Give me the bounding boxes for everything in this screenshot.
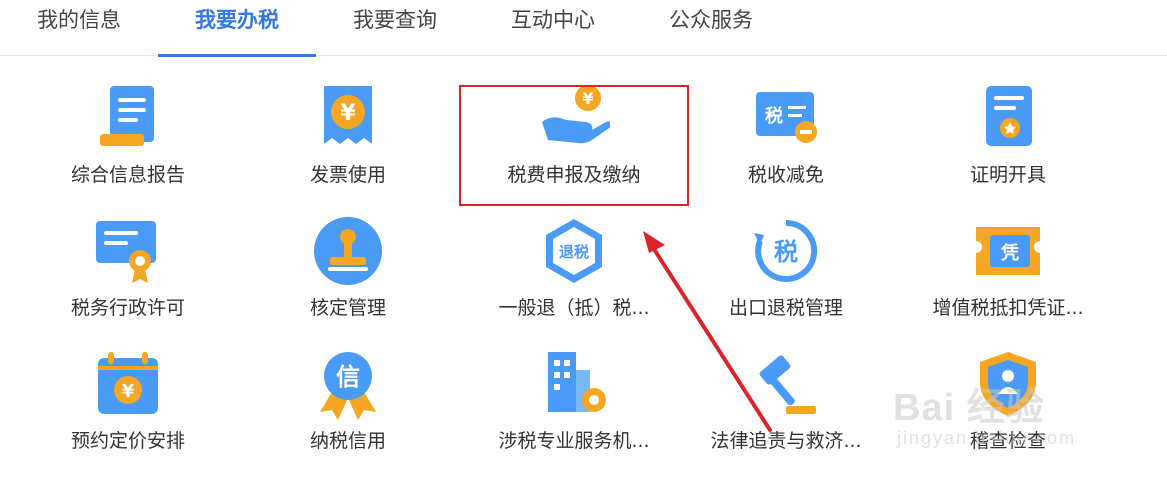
tax-character: 税	[774, 238, 798, 266]
tab-label: 我的信息	[37, 8, 121, 32]
service-label: 稽查检查	[969, 430, 1046, 452]
tab-my-info[interactable]: 我的信息	[0, 0, 158, 56]
service-legal-remedy[interactable]: 法律追责与救济...	[671, 322, 901, 454]
tax-reduction-icon: 税	[756, 92, 817, 143]
gavel-icon	[759, 355, 816, 414]
service-label: 一般退（抵）税...	[498, 297, 650, 319]
service-label: 增值税抵扣凭证...	[932, 297, 1084, 319]
service-grid: 综合信息报告 ¥ 发票使用 ¥ 税费申报及缴纳 税 税收减免 证明开具 税务行政…	[0, 56, 1167, 480]
tab-label: 互动中心	[511, 8, 595, 32]
service-general-refund[interactable]: 退税 一般退（抵）税...	[459, 189, 689, 321]
tab-label: 我要查询	[353, 8, 437, 32]
service-label: 证明开具	[969, 164, 1046, 186]
tab-interaction-center[interactable]: 互动中心	[474, 0, 632, 56]
tab-query[interactable]: 我要查询	[316, 0, 474, 56]
certificate-icon	[986, 86, 1032, 146]
yen-symbol: ¥	[122, 381, 135, 402]
service-label: 税务行政许可	[70, 297, 185, 319]
tax-character: 税	[765, 105, 783, 127]
service-comprehensive-report[interactable]: 综合信息报告	[13, 56, 243, 188]
service-professional-agency[interactable]: 涉税专业服务机...	[459, 322, 689, 454]
shield-people-icon	[980, 352, 1036, 416]
refund-hexagon-icon: 退税	[546, 219, 602, 283]
tab-public-service[interactable]: 公众服务	[632, 0, 790, 56]
service-tax-declaration-payment[interactable]: ¥ 税费申报及缴纳	[459, 56, 689, 188]
invoice-yen-icon: ¥	[324, 86, 372, 144]
tab-tax-handling[interactable]: 我要办税	[158, 0, 316, 57]
yen-symbol: ¥	[582, 89, 593, 108]
service-label: 纳税信用	[309, 430, 386, 452]
service-certificate-issuance[interactable]: 证明开具	[893, 56, 1123, 188]
service-label: 涉税专业服务机...	[498, 430, 650, 452]
tab-label: 我要办税	[195, 8, 279, 32]
credit-medal-icon: 信	[320, 352, 376, 420]
hand-coin-icon: ¥	[542, 85, 610, 144]
export-refund-icon: 税	[754, 219, 818, 282]
service-tax-credit[interactable]: 信 纳税信用	[233, 322, 463, 454]
service-label: 法律追责与救济...	[710, 430, 862, 452]
service-tax-reduction[interactable]: 税 税收减免	[671, 56, 901, 188]
credit-character: 信	[336, 363, 360, 391]
tab-label: 公众服务	[669, 8, 753, 32]
service-administrative-license[interactable]: 税务行政许可	[13, 189, 243, 321]
service-label: 出口退税管理	[728, 297, 843, 319]
main-tab-bar: 我的信息 我要办税 我要查询 互动中心 公众服务	[0, 0, 1167, 57]
building-gear-icon	[548, 352, 606, 412]
service-advance-pricing[interactable]: ¥ 预约定价安排	[13, 322, 243, 454]
service-vat-voucher[interactable]: 凭 增值税抵扣凭证...	[893, 189, 1123, 321]
voucher-character: 凭	[1000, 242, 1019, 264]
yen-symbol: ¥	[340, 101, 356, 126]
service-label: 税费申报及缴纳	[507, 164, 641, 186]
service-label: 预约定价安排	[70, 430, 185, 452]
service-label: 综合信息报告	[70, 164, 185, 186]
service-label: 税收减免	[747, 164, 824, 186]
report-document-icon	[100, 86, 154, 146]
refund-text: 退税	[559, 243, 589, 261]
service-invoice-usage[interactable]: ¥ 发票使用	[233, 56, 463, 188]
service-label: 核定管理	[309, 297, 386, 319]
stamp-icon	[314, 217, 382, 285]
service-assessment-management[interactable]: 核定管理	[233, 189, 463, 321]
service-export-refund[interactable]: 税 出口退税管理	[671, 189, 901, 321]
voucher-ticket-icon: 凭	[976, 227, 1040, 275]
license-ribbon-icon	[96, 221, 156, 283]
service-label: 发票使用	[309, 164, 386, 186]
service-inspection[interactable]: 稽查检查	[893, 322, 1123, 454]
calendar-yen-icon: ¥	[98, 352, 158, 414]
